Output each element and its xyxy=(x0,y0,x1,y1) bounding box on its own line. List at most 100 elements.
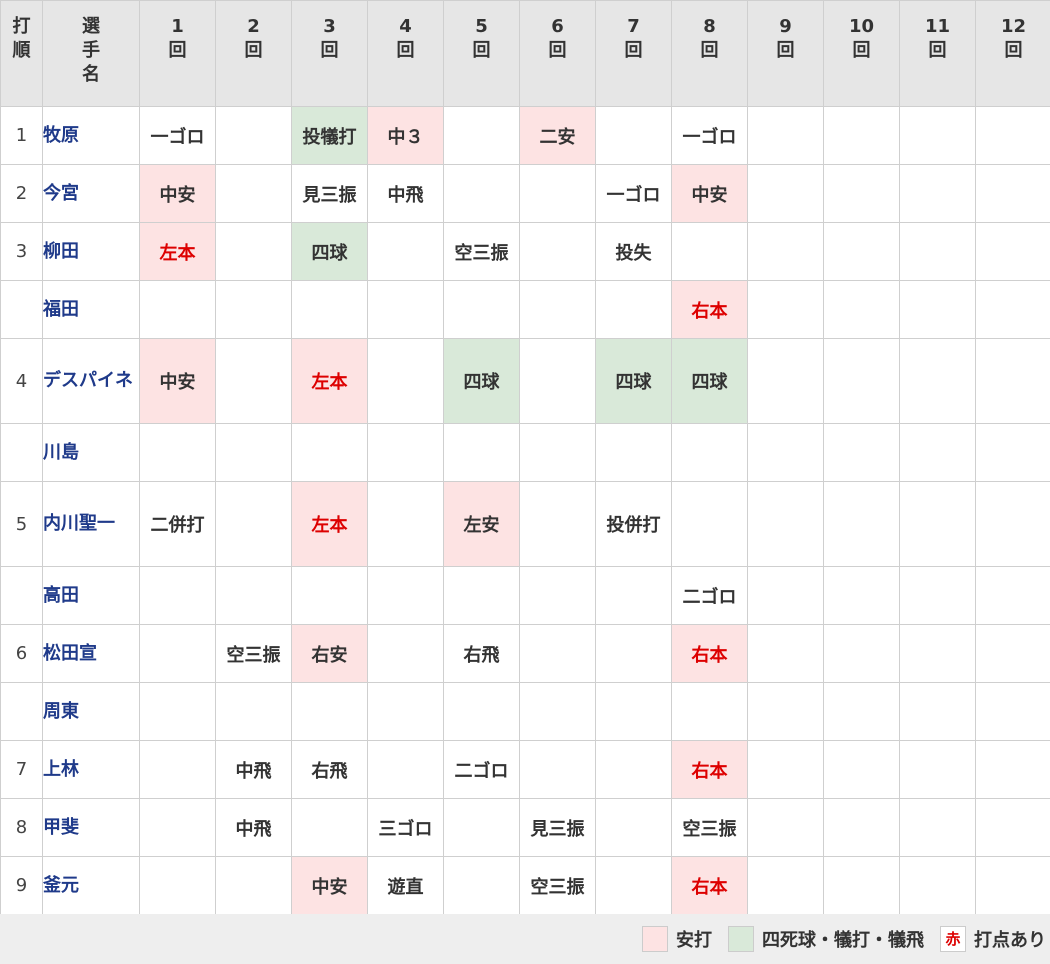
at-bat-result xyxy=(139,280,216,339)
at-bat-result xyxy=(367,566,444,625)
at-bat-result xyxy=(899,798,976,857)
at-bat-result xyxy=(139,740,216,799)
inning-number: 10 xyxy=(848,16,875,37)
at-bat-result xyxy=(671,682,748,741)
at-bat-result: 右飛 xyxy=(443,624,520,683)
inning-header-6: 6回 xyxy=(519,0,596,107)
inning-number: 3 xyxy=(323,16,336,37)
scorebook-table: 打順 選手名 1 回 2 回 3 回 4 回 5 回 6 回 7 回 8 回 9 回 10 回 11 回 12 回 1 牧原 一ゴ… xyxy=(0,0,1050,915)
inning-header-8: 8回 xyxy=(671,0,748,107)
at-bat-result xyxy=(975,566,1050,625)
at-bat-result xyxy=(747,106,824,165)
inning-header-2: 2回 xyxy=(215,0,292,107)
at-bat-result xyxy=(747,566,824,625)
at-bat-result xyxy=(899,624,976,683)
inning-suffix: 回 xyxy=(624,40,643,61)
batting-order: 5 xyxy=(0,481,43,567)
at-bat-result xyxy=(899,338,976,424)
at-bat-result: 二併打 xyxy=(139,481,216,567)
at-bat-result xyxy=(975,624,1050,683)
at-bat-result xyxy=(443,280,520,339)
inning-suffix: 回 xyxy=(776,40,795,61)
at-bat-result: 左安 xyxy=(443,481,520,567)
at-bat-result: 左本 xyxy=(139,222,216,281)
at-bat-result xyxy=(291,682,368,741)
player-name[interactable]: 周東 xyxy=(42,682,140,741)
player-name[interactable]: 高田 xyxy=(42,566,140,625)
inning-header-4: 4回 xyxy=(367,0,444,107)
at-bat-result xyxy=(975,682,1050,741)
at-bat-result xyxy=(671,423,748,482)
at-bat-result: 左本 xyxy=(291,338,368,424)
player-name[interactable]: 釜元 xyxy=(42,856,140,915)
at-bat-result xyxy=(215,481,292,567)
player-name[interactable]: 今宮 xyxy=(42,164,140,223)
at-bat-result xyxy=(823,164,900,223)
batting-order: 9 xyxy=(0,856,43,915)
at-bat-result xyxy=(443,798,520,857)
at-bat-result xyxy=(747,164,824,223)
batting-order xyxy=(0,566,43,625)
legend-rbi-label: 打点あり xyxy=(974,930,1046,951)
at-bat-result xyxy=(519,423,596,482)
player-name[interactable]: 牧原 xyxy=(42,106,140,165)
table-row: 川島 xyxy=(0,423,1050,482)
legend-walk-swatch xyxy=(728,926,754,952)
player-name[interactable]: 甲斐 xyxy=(42,798,140,857)
inning-suffix: 回 xyxy=(320,40,339,61)
batting-order: 3 xyxy=(0,222,43,281)
at-bat-result xyxy=(975,106,1050,165)
at-bat-result xyxy=(747,856,824,915)
at-bat-result xyxy=(519,222,596,281)
at-bat-result xyxy=(747,338,824,424)
at-bat-result: 右飛 xyxy=(291,740,368,799)
at-bat-result xyxy=(139,798,216,857)
at-bat-result xyxy=(671,481,748,567)
at-bat-result: 右安 xyxy=(291,624,368,683)
inning-header-9: 9回 xyxy=(747,0,824,107)
inning-suffix: 回 xyxy=(852,40,871,61)
inning-number: 5 xyxy=(475,16,488,37)
at-bat-result xyxy=(823,106,900,165)
at-bat-result xyxy=(823,423,900,482)
at-bat-result xyxy=(519,338,596,424)
batting-order: 7 xyxy=(0,740,43,799)
at-bat-result xyxy=(899,222,976,281)
at-bat-result xyxy=(139,856,216,915)
at-bat-result xyxy=(595,798,672,857)
table-row: 1 牧原 一ゴロ 投犠打 中３ 二安 一ゴロ xyxy=(0,106,1050,165)
at-bat-result xyxy=(747,624,824,683)
player-name[interactable]: 川島 xyxy=(42,423,140,482)
at-bat-result xyxy=(823,740,900,799)
order-header: 打順 xyxy=(0,0,43,107)
legend-rbi-swatch: 赤 xyxy=(940,926,966,952)
at-bat-result xyxy=(595,423,672,482)
at-bat-result: 中飛 xyxy=(215,740,292,799)
at-bat-result xyxy=(215,856,292,915)
player-name[interactable]: 上林 xyxy=(42,740,140,799)
at-bat-result: 見三振 xyxy=(291,164,368,223)
player-name[interactable]: 松田宣 xyxy=(42,624,140,683)
at-bat-result xyxy=(823,624,900,683)
player-name[interactable]: 柳田 xyxy=(42,222,140,281)
player-name[interactable]: 福田 xyxy=(42,280,140,339)
legend-walk: 四死球・犠打・犠飛 xyxy=(728,926,924,952)
at-bat-result xyxy=(975,423,1050,482)
at-bat-result xyxy=(443,566,520,625)
at-bat-result xyxy=(443,106,520,165)
player-name[interactable]: 内川聖一 xyxy=(42,481,140,567)
batting-order: 4 xyxy=(0,338,43,424)
batting-order: 8 xyxy=(0,798,43,857)
table-row: 2 今宮 中安 見三振 中飛 一ゴロ 中安 xyxy=(0,164,1050,223)
table-row: 8 甲斐 中飛 三ゴロ 見三振 空三振 xyxy=(0,798,1050,857)
at-bat-result xyxy=(823,856,900,915)
at-bat-result xyxy=(899,481,976,567)
at-bat-result xyxy=(139,423,216,482)
at-bat-result xyxy=(443,164,520,223)
player-name[interactable]: デスパイネ xyxy=(42,338,140,424)
at-bat-result xyxy=(595,624,672,683)
at-bat-result xyxy=(367,338,444,424)
header-row: 打順 選手名 1 回 2 回 3 回 4 回 5 回 6 回 7 回 8 回 9 回 10 回 11 回 12 回 xyxy=(0,0,1050,107)
at-bat-result xyxy=(975,164,1050,223)
at-bat-result xyxy=(367,481,444,567)
